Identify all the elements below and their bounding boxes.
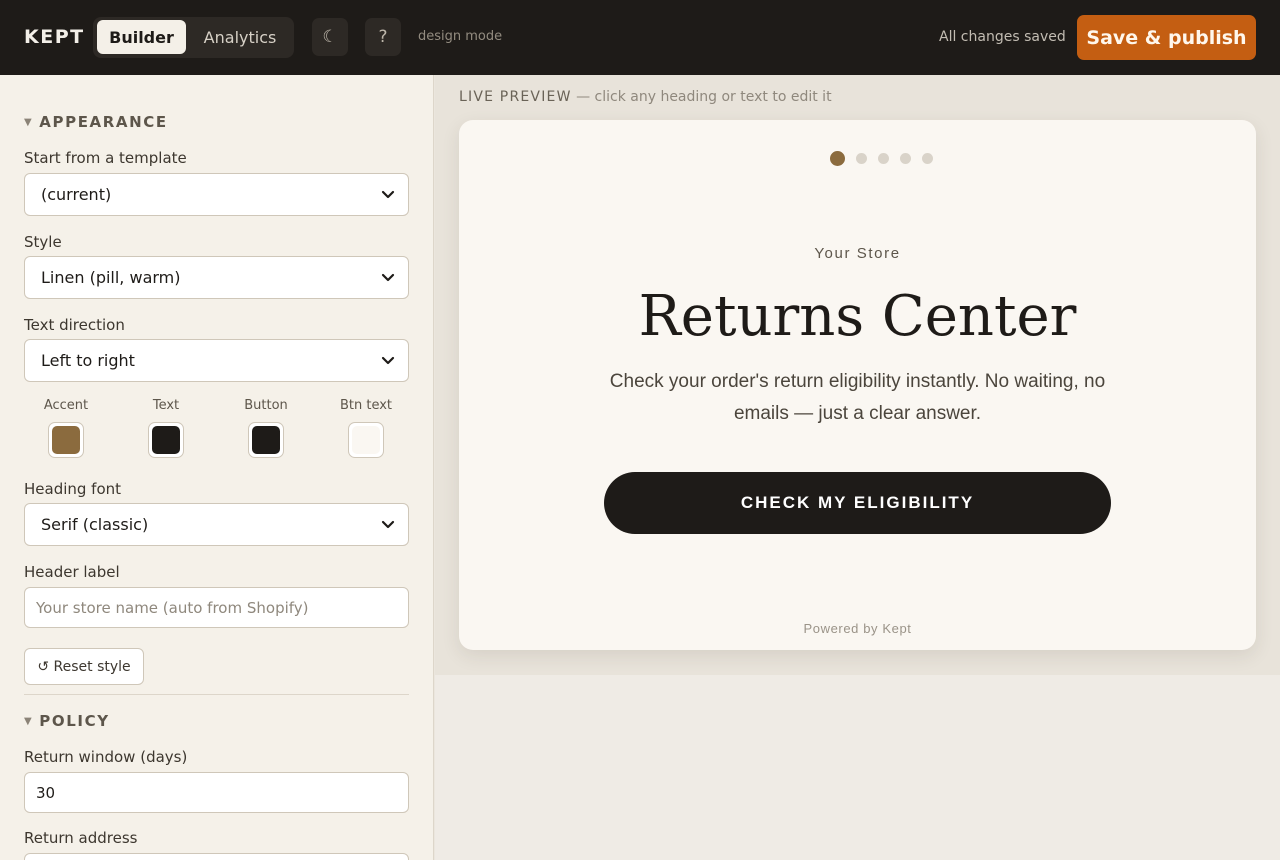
preview-title[interactable]: Returns Center bbox=[459, 284, 1256, 349]
save-status: All changes saved bbox=[939, 29, 1066, 45]
section-divider bbox=[24, 694, 409, 695]
help-button[interactable]: ? bbox=[365, 18, 401, 56]
accent-color-label: Accent bbox=[43, 398, 89, 413]
section-title: POLICY bbox=[39, 712, 110, 730]
header-label-label: Header label bbox=[24, 563, 120, 581]
return-window-label: Return window (days) bbox=[24, 748, 188, 766]
step-dot[interactable] bbox=[878, 153, 889, 164]
style-select[interactable]: Linen (pill, warm) bbox=[24, 256, 409, 299]
tab-analytics[interactable]: Analytics bbox=[191, 20, 289, 54]
direction-label: Text direction bbox=[24, 316, 125, 334]
text-color-group: Text bbox=[121, 398, 211, 458]
chevron-down-icon bbox=[381, 190, 395, 199]
view-tabs: Builder Analytics bbox=[93, 17, 294, 58]
style-label: Style bbox=[24, 233, 62, 251]
section-appearance-header[interactable]: ▼ APPEARANCE bbox=[24, 113, 168, 131]
preview-subtitle[interactable]: Check your order's return eligibility in… bbox=[600, 366, 1115, 430]
preview-heading-hint: — click any heading or text to edit it bbox=[571, 89, 832, 105]
accent-color-swatch[interactable] bbox=[48, 422, 84, 458]
button-color-label: Button bbox=[244, 398, 288, 413]
button-color-group: Button bbox=[221, 398, 311, 458]
template-label: Start from a template bbox=[24, 149, 187, 167]
style-select-value: Linen (pill, warm) bbox=[41, 268, 181, 287]
caret-down-icon: ▼ bbox=[24, 715, 34, 727]
section-title: APPEARANCE bbox=[39, 113, 168, 131]
direction-select-value: Left to right bbox=[41, 351, 135, 370]
button-color-swatch[interactable] bbox=[248, 422, 284, 458]
help-icon: ? bbox=[378, 27, 388, 47]
tab-builder[interactable]: Builder bbox=[97, 20, 186, 54]
chevron-down-icon bbox=[381, 356, 395, 365]
reset-style-button[interactable]: ↺ Reset style bbox=[24, 648, 144, 685]
heading-font-select[interactable]: Serif (classic) bbox=[24, 503, 409, 546]
template-select[interactable]: (current) bbox=[24, 173, 409, 216]
preview-heading: LIVE PREVIEW — click any heading or text… bbox=[459, 89, 832, 105]
step-dot[interactable] bbox=[900, 153, 911, 164]
brand-logo: KEPT bbox=[24, 26, 85, 48]
button-text-color-label: Btn text bbox=[339, 398, 393, 413]
heading-font-select-value: Serif (classic) bbox=[41, 515, 149, 534]
caret-down-icon: ▼ bbox=[24, 116, 34, 128]
powered-by-footer: Powered by Kept bbox=[803, 621, 912, 636]
mode-label: design mode bbox=[418, 29, 503, 44]
check-eligibility-button[interactable]: CHECK MY ELIGIBILITY bbox=[604, 472, 1111, 534]
theme-toggle-button[interactable]: ☾ bbox=[312, 18, 348, 56]
step-dot[interactable] bbox=[830, 151, 845, 166]
return-address-label: Return address bbox=[24, 829, 138, 847]
store-label[interactable]: Your Store bbox=[459, 245, 1256, 262]
accent-color-group: Accent bbox=[21, 398, 111, 458]
button-text-color-group: Btn text bbox=[321, 398, 411, 458]
settings-sidebar[interactable]: ▼ APPEARANCE Start from a template (curr… bbox=[0, 75, 434, 860]
template-select-value: (current) bbox=[41, 185, 112, 204]
preview-empty-space bbox=[435, 675, 1280, 860]
chevron-down-icon bbox=[381, 273, 395, 282]
button-text-color-swatch[interactable] bbox=[348, 422, 384, 458]
header-label-input[interactable]: Your store name (auto from Shopify) bbox=[24, 587, 409, 628]
moon-icon: ☾ bbox=[322, 27, 338, 47]
text-color-label: Text bbox=[152, 398, 180, 413]
section-policy-header[interactable]: ▼ POLICY bbox=[24, 712, 110, 730]
text-color-swatch[interactable] bbox=[148, 422, 184, 458]
step-dot[interactable] bbox=[856, 153, 867, 164]
return-address-input[interactable] bbox=[24, 853, 409, 860]
direction-select[interactable]: Left to right bbox=[24, 339, 409, 382]
return-window-input[interactable]: 30 bbox=[24, 772, 409, 813]
chevron-down-icon bbox=[381, 520, 395, 529]
top-bar: KEPT Builder Analytics ☾ ? design mode A… bbox=[0, 0, 1280, 75]
step-dot[interactable] bbox=[922, 153, 933, 164]
heading-font-label: Heading font bbox=[24, 480, 122, 498]
save-publish-button[interactable]: Save & publish bbox=[1077, 15, 1256, 60]
preview-heading-title: LIVE PREVIEW bbox=[459, 89, 572, 105]
